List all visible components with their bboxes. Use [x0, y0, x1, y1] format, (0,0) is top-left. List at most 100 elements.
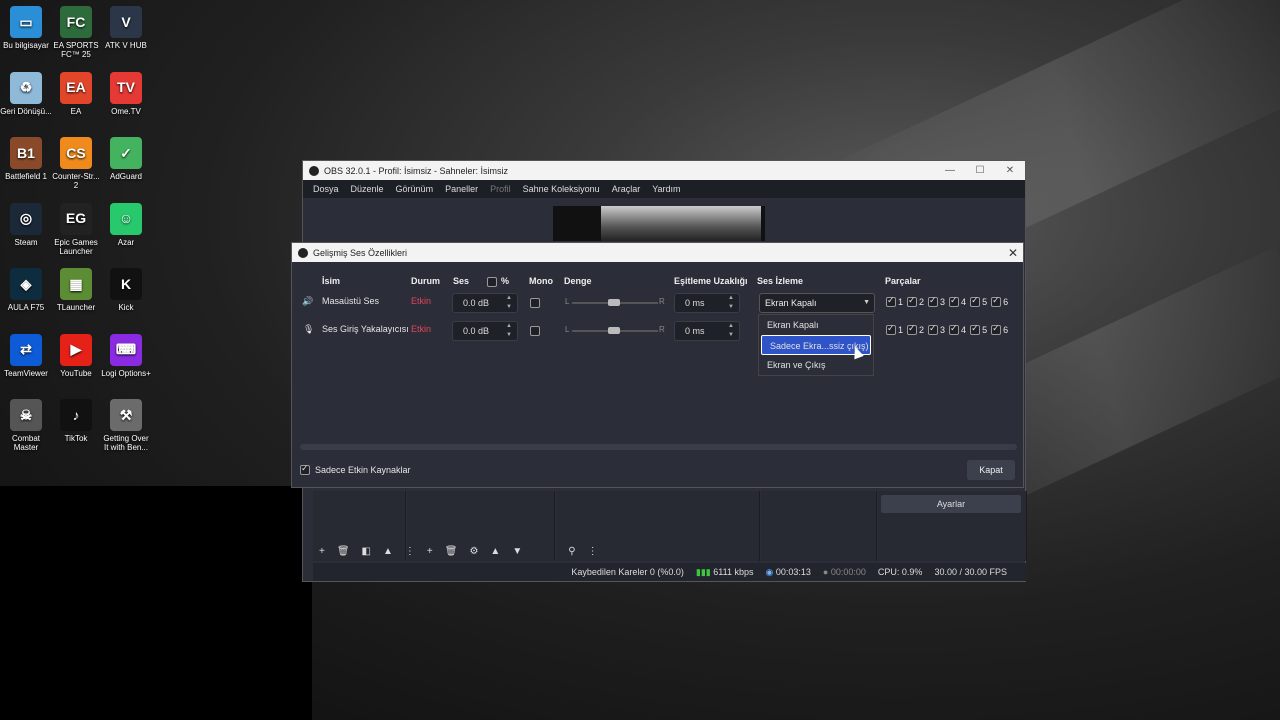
desktop-icon[interactable]: CS Counter-Str... 2	[50, 137, 102, 190]
monitoring-option-off[interactable]: Ekran Kapalı	[759, 315, 873, 335]
preview-canvas[interactable]	[553, 206, 765, 241]
desktop-icon[interactable]: ☠ Combat Master	[0, 399, 52, 452]
only-active-sources[interactable]: Sadece Etkin Kaynaklar	[300, 463, 411, 475]
ea-fc-icon: FC	[60, 6, 92, 38]
desktop-icon[interactable]: ⌨ Logi Options+	[100, 333, 152, 378]
monitoring-select[interactable]: Ekran Kapalı ▼	[759, 293, 875, 313]
track-checkbox[interactable]	[970, 295, 981, 307]
close-icon[interactable]: ✕	[1003, 246, 1023, 260]
desktop-icon[interactable]: K Kick	[100, 268, 152, 312]
combat-master-icon: ☠	[10, 399, 42, 431]
track-checkbox[interactable]	[991, 323, 1002, 335]
desktop-icon[interactable]: ▦ TLauncher	[50, 268, 102, 312]
balance-slider[interactable]	[572, 327, 658, 334]
track-checkbox[interactable]	[949, 323, 960, 335]
sync-offset-spinbox[interactable]: 0 ms ▲ ▼	[674, 321, 740, 341]
balance-knob[interactable]	[608, 299, 620, 306]
mono-checkbox[interactable]	[530, 326, 540, 336]
desktop-icon[interactable]: FC EA SPORTS FC™ 25	[50, 6, 102, 59]
header-monitoring: Ses İzleme	[757, 276, 804, 286]
logi-icon: ⌨	[110, 333, 142, 366]
balance-slider[interactable]	[572, 299, 658, 306]
speaker-icon[interactable]: 🔊	[302, 296, 313, 307]
header-tracks: Parçalar	[885, 276, 921, 286]
desktop-icon[interactable]: B1 Battlefield 1	[0, 137, 52, 181]
track-checkbox[interactable]	[970, 323, 981, 335]
balance-knob[interactable]	[608, 327, 620, 334]
desktop-icon[interactable]: EG Epic Games Launcher	[50, 202, 102, 256]
status-value[interactable]: Etkin	[411, 296, 431, 306]
desktop-icon[interactable]: ◎ Steam	[0, 202, 52, 247]
desktop-icon[interactable]: ✓ AdGuard	[100, 137, 152, 181]
spin-arrows-icon[interactable]: ▲ ▼	[503, 294, 515, 312]
track-number: 1	[898, 297, 904, 307]
remove-source-icon[interactable]: 🗑	[445, 546, 458, 557]
desktop-icon[interactable]: ◈ AULA F75	[0, 268, 52, 312]
menu-duzenle[interactable]: Düzenle	[345, 184, 390, 194]
status-bar: Kaybedilen Kareler 0 (%0.0) ▮▮▮ 6111 kbp…	[313, 563, 1027, 581]
desktop-icon[interactable]: TV Ome.TV	[100, 71, 152, 116]
menu-araclar[interactable]: Araçlar	[606, 184, 647, 194]
desktop-icon[interactable]: EA EA	[50, 71, 102, 116]
down-icon[interactable]: ▼	[512, 546, 522, 557]
close-icon[interactable]: ✕	[995, 165, 1025, 176]
horizontal-scrollbar[interactable]	[300, 444, 1017, 450]
menu-paneller[interactable]: Paneller	[439, 184, 484, 194]
settings-button[interactable]: Ayarlar	[881, 495, 1021, 513]
only-active-checkbox[interactable]	[300, 463, 310, 475]
add-scene-icon[interactable]: +	[319, 546, 325, 557]
gear-icon[interactable]: ⚙	[469, 546, 478, 557]
menu-sahne-koleksiyonu[interactable]: Sahne Koleksiyonu	[517, 184, 606, 194]
desktop-icon[interactable]: ☺ Azar	[100, 202, 152, 247]
menu-yardim[interactable]: Yardım	[646, 184, 686, 194]
obs-logo-icon	[298, 247, 308, 258]
minimize-icon[interactable]: —	[935, 165, 965, 176]
desktop-icon-label: TikTok	[64, 434, 88, 443]
filter-icon[interactable]: ◧	[362, 546, 371, 557]
track-checkbox[interactable]	[886, 323, 896, 335]
track-number: 1	[898, 325, 904, 335]
desktop-icon-label: Geri Dönüşü...	[0, 106, 52, 116]
desktop-icon[interactable]: ▭ Bu bilgisayar	[0, 6, 52, 50]
status-value[interactable]: Etkin	[411, 324, 431, 334]
mono-checkbox[interactable]	[530, 298, 540, 308]
track-checkbox[interactable]	[928, 295, 939, 307]
desktop-icon[interactable]: ♪ TikTok	[50, 399, 102, 443]
epic-games-icon: EG	[60, 202, 92, 235]
aula-icon: ◈	[10, 268, 42, 300]
menu-profil[interactable]: Profil	[484, 184, 517, 194]
close-button[interactable]: Kapat	[967, 460, 1015, 480]
track-number: 2	[919, 325, 925, 335]
add-source-icon[interactable]: +	[427, 546, 433, 557]
link-icon[interactable]: ⚲	[568, 546, 575, 557]
up-icon[interactable]: ▲	[490, 546, 500, 557]
volume-spinbox[interactable]: 0.0 dB ▲ ▼	[452, 321, 518, 341]
desktop-icon[interactable]: ♻ Geri Dönüşü...	[0, 71, 52, 116]
desktop-icon[interactable]: ▶ YouTube	[50, 333, 102, 378]
track-checkbox[interactable]	[928, 323, 939, 335]
track-checkbox[interactable]	[949, 295, 960, 307]
up-icon[interactable]: ▲	[383, 546, 393, 557]
spin-arrows-icon[interactable]: ▲ ▼	[503, 322, 515, 340]
sync-offset-spinbox[interactable]: 0 ms ▲ ▼	[674, 293, 740, 313]
desktop-icon-label: Azar	[117, 237, 135, 247]
track-checkbox[interactable]	[886, 295, 896, 307]
spin-arrows-icon[interactable]: ▲ ▼	[725, 322, 737, 340]
more-icon[interactable]: ⋮	[405, 546, 415, 557]
track-checkbox[interactable]	[907, 323, 918, 335]
menu-dosya[interactable]: Dosya	[307, 184, 345, 194]
more-icon[interactable]: ⋮	[588, 546, 598, 557]
track-checkbox[interactable]	[907, 295, 918, 307]
desktop-icon[interactable]: V ATK V HUB	[100, 6, 152, 50]
maximize-icon[interactable]: ☐	[965, 165, 995, 176]
track-checkbox[interactable]	[991, 295, 1002, 307]
volume-spinbox[interactable]: 0.0 dB ▲ ▼	[452, 293, 518, 313]
spin-arrows-icon[interactable]: ▲ ▼	[725, 294, 737, 312]
remove-scene-icon[interactable]: 🗑	[337, 546, 350, 557]
desktop-icon[interactable]: ⚒ Getting Over It with Ben...	[100, 399, 152, 452]
menu-gorunum[interactable]: Görünüm	[390, 184, 440, 194]
percent-checkbox[interactable]	[487, 277, 497, 287]
record-time: 00:00:00	[830, 567, 866, 577]
microphone-icon[interactable]: 🎙	[303, 324, 314, 335]
desktop-icon[interactable]: ⇄ TeamViewer	[0, 333, 52, 378]
